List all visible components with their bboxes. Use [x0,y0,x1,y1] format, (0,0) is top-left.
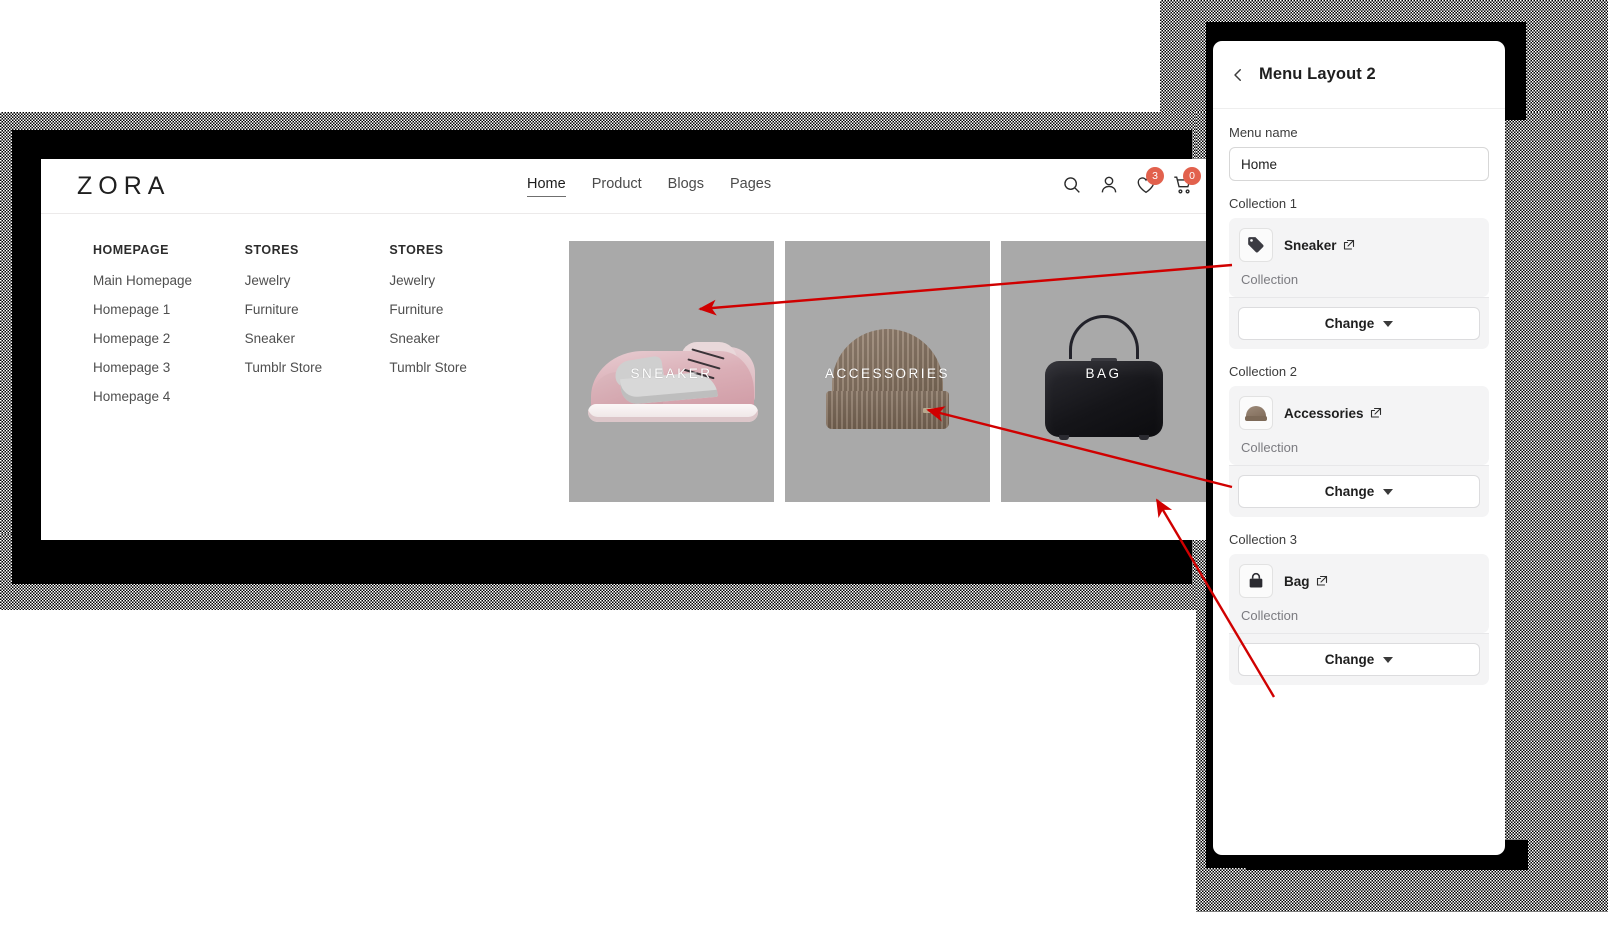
collection-1-label: Collection 1 [1229,196,1297,211]
chevron-left-icon[interactable] [1229,66,1247,84]
tag-icon [1239,228,1273,262]
external-link-icon[interactable] [1343,239,1355,251]
collection-3-card: Bag Collection [1229,554,1489,633]
bag-card[interactable]: BAG [1001,241,1206,502]
menu-link-sneaker-1[interactable]: Sneaker [245,331,390,346]
collection-3-name: Bag [1284,573,1310,589]
collection-3-row[interactable]: Bag [1239,564,1479,598]
collection-3-type: Collection [1241,608,1299,623]
menu-link-tumblr-store-2[interactable]: Tumblr Store [389,360,529,375]
handbag-icon [1239,564,1273,598]
cart-count-badge: 0 [1183,167,1201,185]
nav-item-pages[interactable]: Pages [730,177,771,197]
header-icon-group: 3 0 [1061,167,1201,196]
panel-header: Menu Layout 2 [1213,41,1505,109]
collection-2-card: Accessories Collection [1229,386,1489,465]
collection-2-name: Accessories [1284,405,1364,421]
mega-menu-column-stores-1: STORES Jewelry Furniture Sneaker Tumblr … [245,243,390,502]
menu-link-main-homepage[interactable]: Main Homepage [93,273,245,288]
mega-menu-column-homepage: HOMEPAGE Main Homepage Homepage 1 Homepa… [93,243,245,502]
menu-link-homepage-4[interactable]: Homepage 4 [93,389,245,404]
collection-3-name-wrap: Bag [1284,574,1328,589]
menu-name-label: Menu name [1229,125,1298,140]
cart-icon[interactable]: 0 [1172,167,1201,196]
beanie-thumbnail-icon [1239,396,1273,430]
nav-item-product[interactable]: Product [592,177,642,197]
backdrop-core-bottom [12,538,1192,584]
collection-1-name-wrap: Sneaker [1284,238,1355,253]
menu-link-jewelry-1[interactable]: Jewelry [245,273,390,288]
collection-2-change-label: Change [1324,484,1375,499]
wishlist-count-badge: 3 [1146,167,1164,185]
accessories-card[interactable]: ACCESSORIES [785,241,990,502]
storefront-header: ZORA Home Product Blogs Pages 3 0 [41,159,1206,214]
bag-card-caption: BAG [1085,366,1122,381]
menu-link-homepage-1[interactable]: Homepage 1 [93,302,245,317]
collection-2-change-button[interactable]: Change [1238,475,1480,508]
external-link-icon[interactable] [1370,407,1382,419]
collection-1-type: Collection [1241,272,1299,287]
chevron-down-icon [1383,656,1394,663]
chevron-down-icon [1383,320,1394,327]
collection-3-label: Collection 3 [1229,532,1297,547]
panel-title: Menu Layout 2 [1259,65,1376,83]
backdrop-core-left [12,130,42,582]
external-link-icon[interactable] [1316,575,1328,587]
menu-link-furniture-1[interactable]: Furniture [245,302,390,317]
nav-item-blogs[interactable]: Blogs [668,177,704,197]
collection-1-row[interactable]: Sneaker [1239,228,1479,262]
nav-item-home[interactable]: Home [527,177,566,197]
collection-1-name: Sneaker [1284,237,1337,253]
backdrop-core-top [12,130,1192,162]
sneaker-card-caption: SNEAKER [630,366,713,381]
collection-2-name-wrap: Accessories [1284,406,1382,421]
main-nav: Home Product Blogs Pages [527,177,771,197]
collection-1-card: Sneaker Collection [1229,218,1489,297]
collection-1-change-wrap: Change [1229,297,1489,349]
collection-2-row[interactable]: Accessories [1239,396,1479,430]
search-icon[interactable] [1061,174,1083,196]
menu-link-furniture-2[interactable]: Furniture [389,302,529,317]
menu-settings-panel: Menu Layout 2 Menu name Collection 1 Sne… [1213,41,1505,855]
menu-name-input[interactable] [1229,147,1489,181]
brand-logo[interactable]: ZORA [77,172,170,201]
collection-2-change-wrap: Change [1229,465,1489,517]
menu-link-tumblr-store-1[interactable]: Tumblr Store [245,360,390,375]
collection-3-change-wrap: Change [1229,633,1489,685]
mega-menu-panel: HOMEPAGE Main Homepage Homepage 1 Homepa… [41,214,1206,502]
collection-3-change-button[interactable]: Change [1238,643,1480,676]
chevron-down-icon [1383,488,1394,495]
menu-link-sneaker-2[interactable]: Sneaker [389,331,529,346]
menu-link-homepage-2[interactable]: Homepage 2 [93,331,245,346]
column-title-stores-2: STORES [389,243,444,257]
column-title-homepage: HOMEPAGE [93,243,169,257]
collection-2-type: Collection [1241,440,1299,455]
account-icon[interactable] [1098,174,1120,196]
sneaker-card[interactable]: SNEAKER [569,241,774,502]
collection-1-change-button[interactable]: Change [1238,307,1480,340]
collection-2-label: Collection 2 [1229,364,1297,379]
column-title-stores-1: STORES [244,243,299,257]
collection-1-change-label: Change [1324,316,1375,331]
mega-menu-column-stores-2: STORES Jewelry Furniture Sneaker Tumblr … [389,243,529,502]
wishlist-heart-icon[interactable]: 3 [1135,167,1164,196]
menu-link-jewelry-2[interactable]: Jewelry [389,273,529,288]
storefront-preview: ZORA Home Product Blogs Pages 3 0 HOMEPA… [41,159,1206,540]
screenshot-root: ZORA Home Product Blogs Pages 3 0 HOMEPA… [0,0,1608,942]
promo-card-group: SNEAKER ACCESSORIES BAG [569,241,1206,502]
menu-link-homepage-3[interactable]: Homepage 3 [93,360,245,375]
panel-body: Menu name Collection 1 Sneaker [1213,109,1505,685]
collection-3-change-label: Change [1324,652,1375,667]
accessories-card-caption: ACCESSORIES [824,366,951,381]
